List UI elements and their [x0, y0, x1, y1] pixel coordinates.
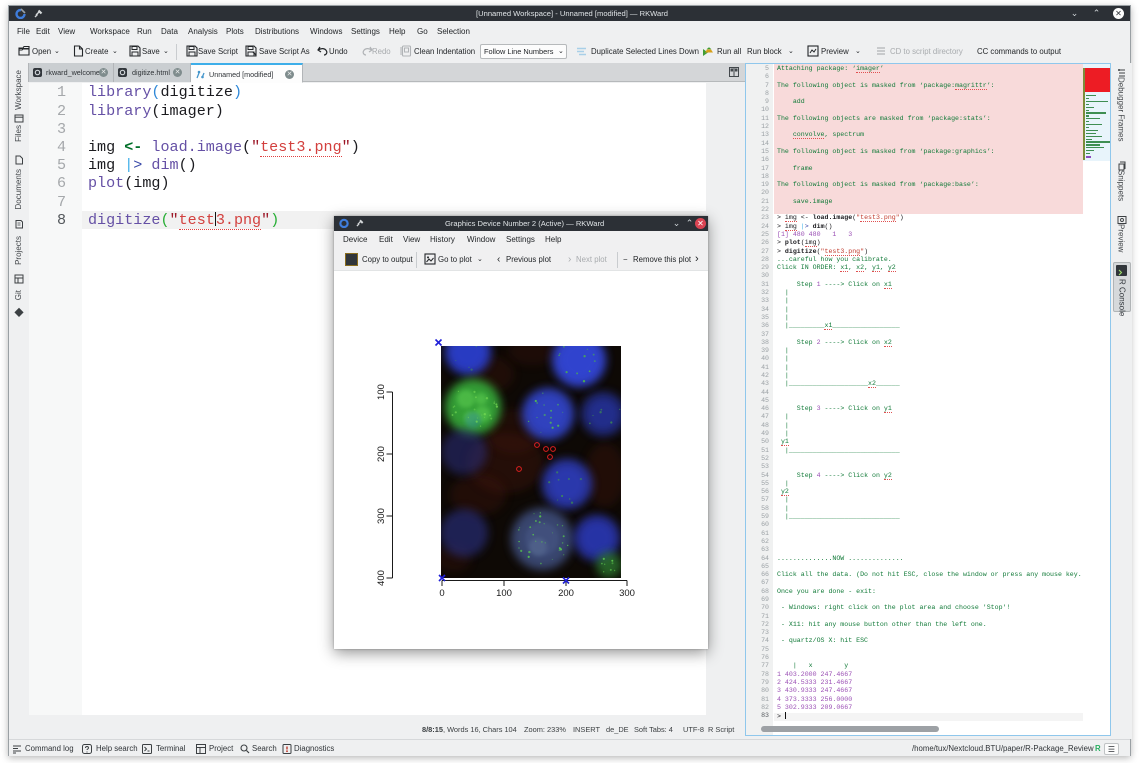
svg-text:100: 100: [376, 384, 387, 400]
svg-text:200: 200: [558, 588, 574, 599]
svg-text:100: 100: [496, 588, 512, 599]
svg-text:0: 0: [439, 588, 444, 599]
svg-text:200: 200: [376, 446, 387, 462]
svg-text:300: 300: [376, 508, 387, 524]
svg-text:300: 300: [619, 588, 635, 599]
svg-text:400: 400: [376, 570, 387, 586]
